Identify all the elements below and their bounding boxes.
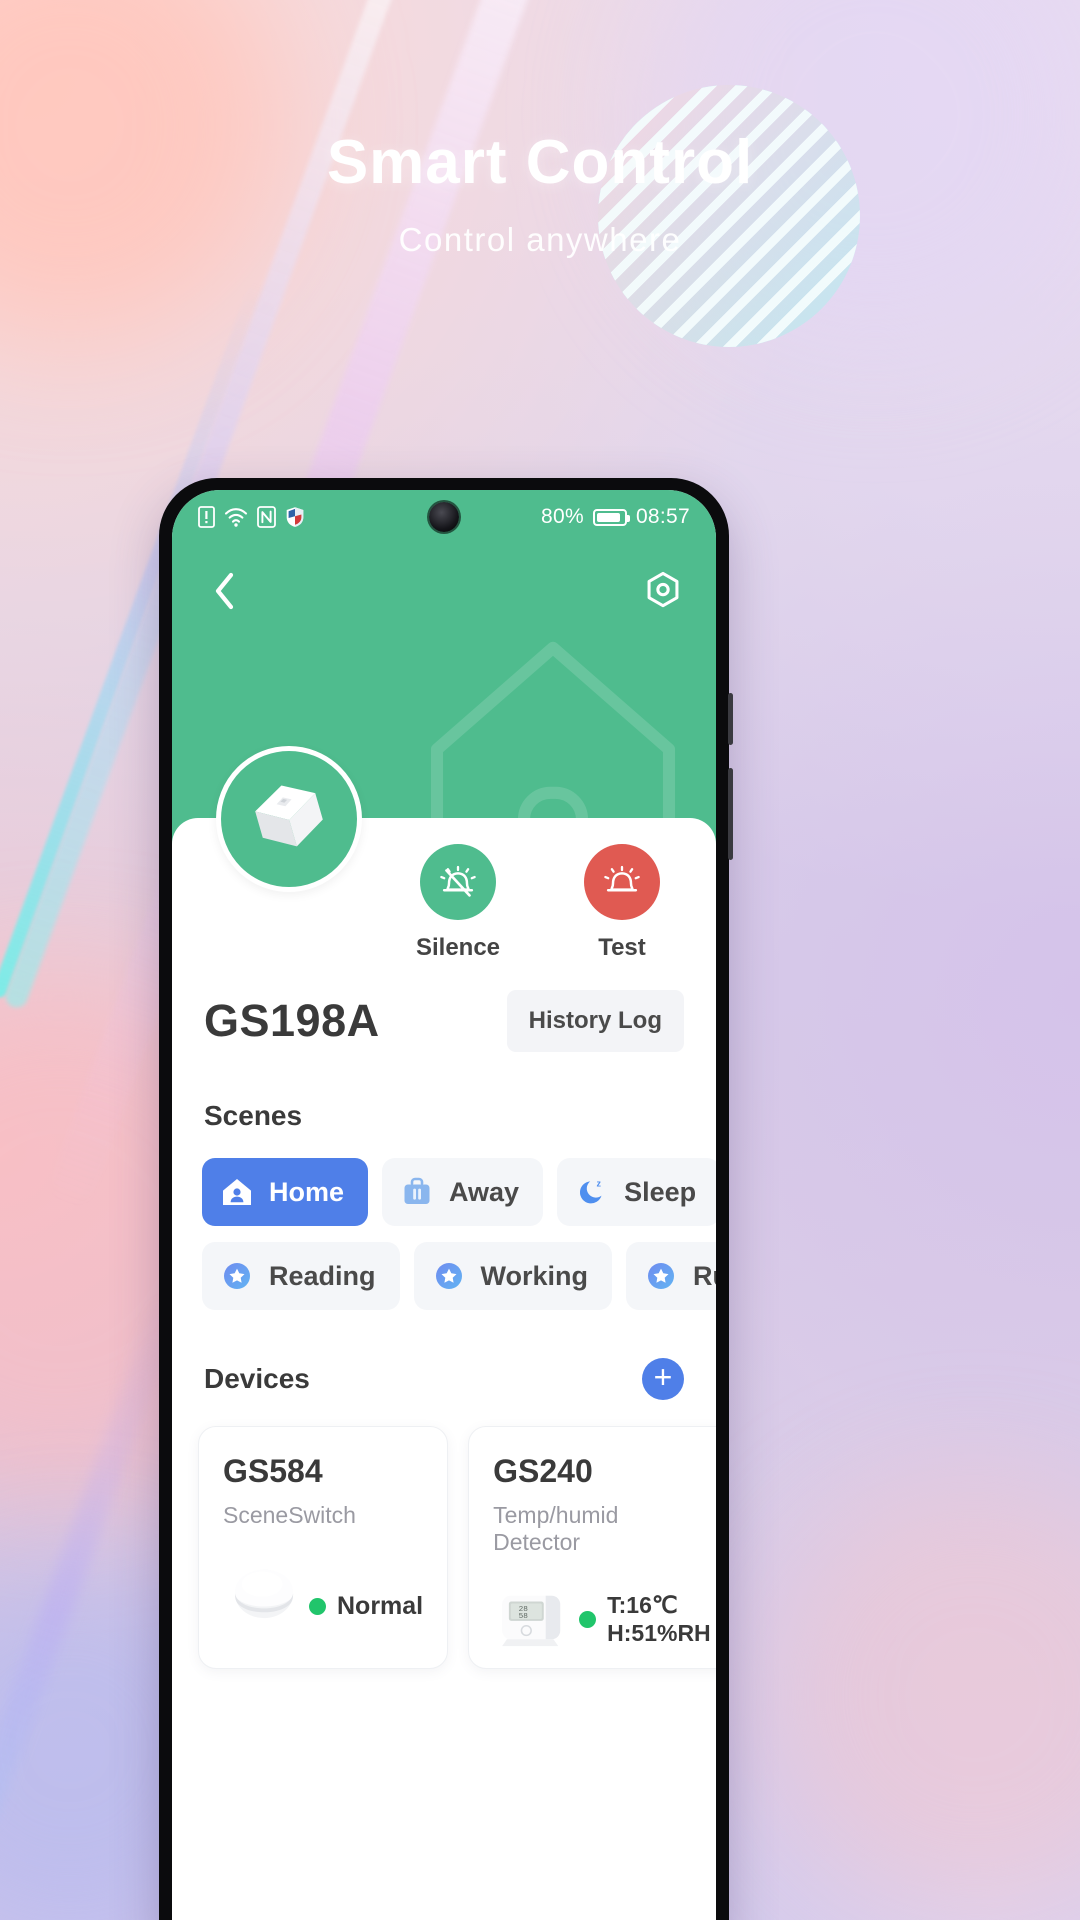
test-button[interactable]: Test [568, 844, 676, 962]
alarm-bell-icon [604, 865, 640, 892]
scene-label: Home [269, 1176, 345, 1207]
svg-text:z: z [597, 1179, 602, 1189]
scenes-section-header: Scenes [172, 1100, 716, 1132]
silence-icon-circle [420, 844, 496, 920]
device-title-row: GS198A History Log [172, 976, 716, 1052]
settings-button[interactable] [640, 568, 686, 614]
scene-label: Working [480, 1260, 589, 1291]
scene-chip-home[interactable]: Home [202, 1158, 369, 1226]
phone-mockup: 80% 08:57 Silence Test GS198A History Lo… [159, 478, 733, 1920]
back-button[interactable] [202, 568, 248, 614]
camera-punch-hole [429, 502, 459, 532]
device-avatar[interactable] [216, 746, 362, 892]
house-watermark-icon [430, 641, 676, 844]
add-device-button[interactable]: + [642, 1358, 684, 1400]
scenes-title: Scenes [204, 1100, 303, 1131]
devices-section-header: Devices + [172, 1358, 716, 1400]
device-card[interactable]: GS240 Temp/humid Detector 28 58 T:16℃ H:… [468, 1426, 716, 1669]
device-card-footer: 28 58 T:16℃ H:51%RH [493, 1586, 711, 1648]
chevron-left-icon [215, 572, 234, 610]
status-dot [579, 1610, 597, 1628]
test-label: Test [598, 934, 646, 961]
briefcase-icon [404, 1177, 430, 1204]
device-detail-sheet: Silence Test GS198A History Log Scenes H… [172, 746, 716, 1920]
scene-chip-sleep[interactable]: z Sleep [557, 1158, 716, 1226]
status-bar-right: 80% 08:57 [541, 505, 690, 529]
scene-chip-reading[interactable]: Reading [202, 1242, 400, 1310]
scene-label: Running [693, 1260, 716, 1291]
test-icon-circle [584, 844, 660, 920]
scene-chip-away[interactable]: Away [382, 1158, 544, 1226]
moon-z-icon: z [580, 1179, 602, 1204]
temperature-value: T:16℃ [607, 1591, 678, 1618]
scene-label: Away [449, 1176, 520, 1207]
gear-icon [647, 571, 679, 608]
device-name: GS198A [204, 995, 380, 1046]
device-readings: T:16℃ H:51%RH [607, 1591, 711, 1649]
status-bar: 80% 08:57 [172, 490, 716, 544]
nfc-icon [257, 506, 276, 528]
promo-title: Smart Control [326, 128, 754, 197]
scenes-chip-list: Home Away z Sleep Reading Working R [172, 1158, 716, 1310]
device-summary-row: Silence Test [172, 746, 716, 976]
device-card-footer: Normal [223, 1559, 423, 1621]
device-card-type: SceneSwitch [223, 1502, 356, 1528]
device-card-status: T:16℃ H:51%RH [579, 1591, 711, 1649]
scene-chip-running[interactable]: Running [626, 1242, 716, 1310]
shield-icon [286, 507, 304, 527]
status-label: Normal [337, 1592, 424, 1620]
scenes-chip-row: Reading Working Runn [202, 1242, 716, 1310]
history-log-button[interactable]: History Log [506, 990, 684, 1052]
device-card-name: GS240 [493, 1453, 593, 1489]
star-circle-icon [648, 1263, 675, 1289]
wifi-icon [224, 508, 248, 527]
device-card-type: Temp/humid Detector [493, 1502, 619, 1555]
devices-title: Devices [204, 1363, 310, 1394]
status-bar-left-icons [198, 506, 305, 528]
sensor-cube-icon [255, 785, 323, 847]
humidity-value: H:51%RH [607, 1620, 711, 1647]
star-circle-icon [224, 1263, 250, 1289]
scenes-chip-row: Home Away z Sleep [202, 1158, 716, 1226]
phone-screen: 80% 08:57 Silence Test GS198A History Lo… [172, 490, 716, 1920]
device-card-status: Normal [309, 1592, 423, 1621]
promo-subtitle: Control anywhere [398, 221, 682, 259]
battery-icon [592, 508, 630, 526]
app-header-bar [172, 544, 716, 614]
device-card-name: GS584 [223, 1453, 323, 1489]
bell-slash-icon [440, 865, 476, 897]
promo-headline: Smart Control Control anywhere [0, 130, 1080, 259]
svg-text:58: 58 [519, 1613, 529, 1621]
devices-grid: GS584 SceneSwitch Normal GS240 Temp/humi… [172, 1426, 716, 1669]
clock-label: 08:57 [635, 505, 690, 528]
battery-percent-label: 80% [541, 505, 584, 528]
device-action-group: Silence Test [404, 818, 682, 962]
silence-label: Silence [415, 934, 501, 961]
device-card[interactable]: GS584 SceneSwitch Normal [198, 1426, 449, 1669]
scene-label: Reading [269, 1260, 376, 1291]
home-person-icon [223, 1179, 251, 1205]
round-switch-icon [235, 1569, 294, 1619]
thermo-hygrometer-icon: 28 58 [502, 1595, 561, 1647]
sim-card-icon [198, 506, 215, 528]
scene-label: Sleep [624, 1176, 697, 1207]
status-dot [309, 1598, 326, 1615]
star-circle-icon [435, 1263, 462, 1289]
silence-button[interactable]: Silence [404, 844, 512, 962]
scene-chip-working[interactable]: Working [413, 1242, 613, 1310]
